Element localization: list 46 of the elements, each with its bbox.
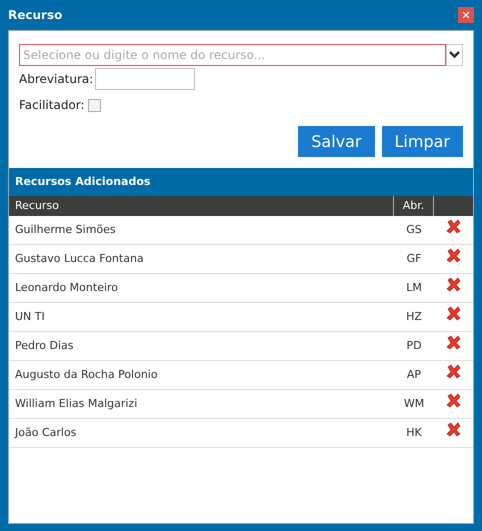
abbreviation-field[interactable] bbox=[95, 68, 196, 90]
table-cell-text: HK bbox=[405, 424, 423, 441]
delete-icon bbox=[446, 364, 462, 380]
save-button[interactable]: Salvar bbox=[298, 126, 375, 157]
table-cell-text: LM bbox=[405, 280, 423, 296]
abbreviation-label: Abreviatura: bbox=[19, 71, 94, 88]
delete-button[interactable] bbox=[446, 219, 462, 235]
table-cell-text: Pedro Dias bbox=[14, 338, 74, 354]
facilitator-checkbox[interactable] bbox=[88, 98, 101, 112]
section-header: Recursos Adicionados bbox=[9, 168, 473, 196]
table-cell-text: WM bbox=[402, 396, 426, 412]
delete-icon bbox=[446, 277, 462, 293]
resource-combobox[interactable]: Selecione ou digite o nome do recurso... bbox=[19, 44, 446, 66]
clear-button[interactable]: Limpar bbox=[382, 126, 463, 157]
delete-button[interactable] bbox=[446, 422, 462, 438]
dropdown-button[interactable] bbox=[446, 44, 463, 66]
delete-button[interactable] bbox=[446, 364, 462, 380]
delete-button[interactable] bbox=[446, 277, 462, 293]
delete-icon bbox=[446, 248, 462, 264]
table-cell-text: GS bbox=[405, 222, 423, 238]
table-cell-text: Leonardo Monteiro bbox=[14, 280, 120, 296]
delete-icon bbox=[446, 422, 462, 438]
table-cell-text: GF bbox=[406, 250, 422, 267]
window-title: Recurso bbox=[8, 7, 62, 24]
delete-button[interactable] bbox=[446, 306, 462, 322]
table-cell-text: William Elias Malgarizi bbox=[14, 396, 138, 412]
delete-icon bbox=[446, 393, 462, 409]
table-cell-text: PD bbox=[405, 338, 423, 354]
delete-icon bbox=[446, 306, 462, 322]
delete-button[interactable] bbox=[446, 335, 462, 351]
column-header: Recurso bbox=[9, 196, 394, 216]
table-cell-text: AP bbox=[406, 366, 422, 383]
close-button[interactable]: ✕ bbox=[458, 7, 474, 23]
table-cell-text: Guilherme Simões bbox=[14, 222, 117, 238]
table-cell-text: Gustavo Lucca Fontana bbox=[14, 250, 145, 267]
table-cell-text: Augusto da Rocha Polonio bbox=[14, 366, 159, 383]
delete-button[interactable] bbox=[446, 393, 462, 409]
delete-icon bbox=[446, 219, 462, 235]
table-cell-text: HZ bbox=[405, 308, 423, 325]
table-cell-text: UN TI bbox=[14, 308, 46, 325]
column-header: Abr. bbox=[394, 196, 434, 216]
chevron-down-icon bbox=[449, 51, 460, 59]
table-cell-text: João Carlos bbox=[14, 424, 78, 441]
delete-button[interactable] bbox=[446, 248, 462, 264]
facilitator-label: Facilitador: bbox=[19, 97, 85, 114]
delete-icon bbox=[446, 335, 462, 351]
